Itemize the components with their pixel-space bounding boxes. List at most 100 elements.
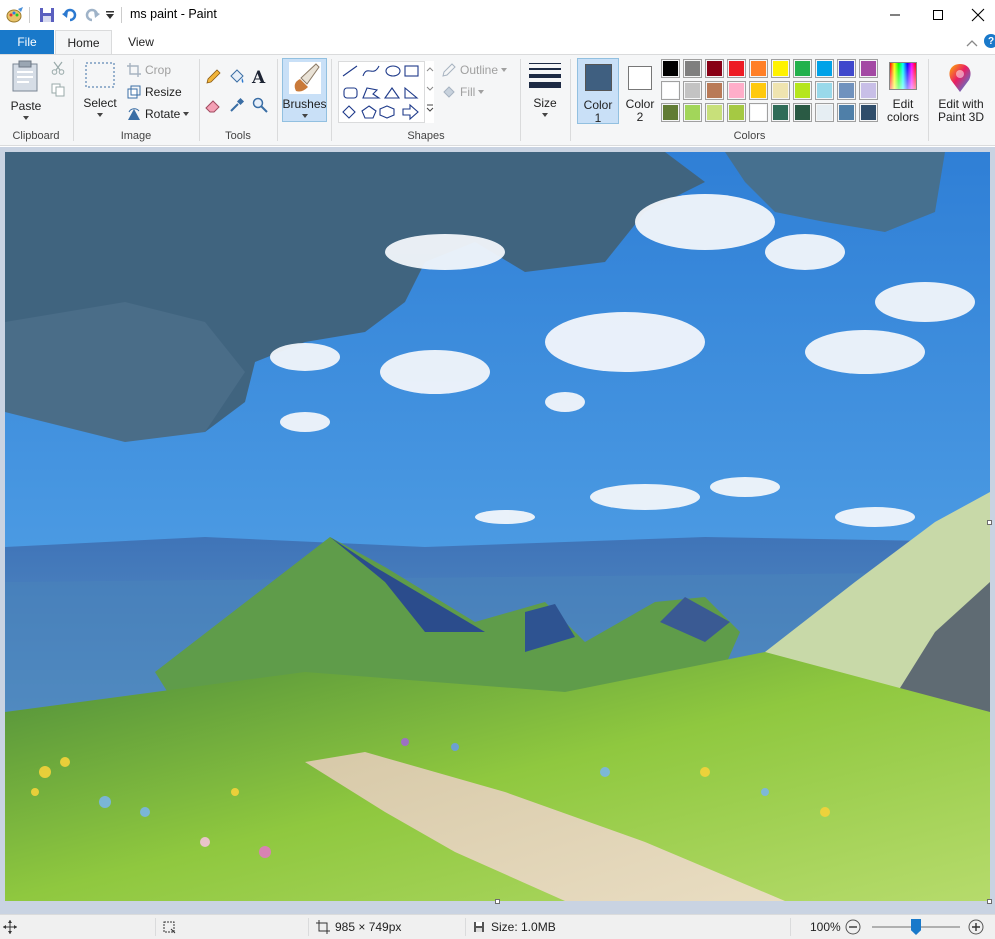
drawing-canvas[interactable] (5, 152, 990, 901)
help-icon[interactable]: ? (984, 34, 995, 48)
palette-swatch[interactable] (771, 81, 790, 100)
palette-swatch[interactable] (793, 103, 812, 122)
paint-bucket-icon (230, 69, 244, 83)
edit-colors-button[interactable]: Edit colors (883, 58, 923, 124)
pencil-tool[interactable] (205, 69, 221, 85)
text-tool[interactable]: A (252, 68, 265, 88)
palette-swatch[interactable] (749, 59, 768, 78)
zoom-in-button[interactable] (968, 915, 984, 939)
fill-button[interactable]: Fill (442, 85, 485, 99)
canvas-resize-handle-corner[interactable] (987, 899, 992, 904)
line-shape-icon[interactable] (342, 65, 358, 77)
palette-swatch[interactable] (859, 59, 878, 78)
palette-swatch[interactable] (705, 59, 724, 78)
palette-swatch[interactable] (705, 103, 724, 122)
diamond-shape-icon[interactable] (342, 105, 356, 119)
size-button[interactable]: Size (527, 61, 563, 123)
eraser-tool[interactable] (205, 97, 221, 113)
palette-swatch[interactable] (749, 103, 768, 122)
palette-swatch[interactable] (815, 59, 834, 78)
canvas-area[interactable] (0, 147, 995, 914)
palette-swatch-color (729, 83, 744, 98)
crop-button[interactable]: Crop (127, 63, 171, 77)
palette-swatch[interactable] (793, 59, 812, 78)
palette-swatch[interactable] (727, 59, 746, 78)
hexagon-shape-icon[interactable] (379, 105, 395, 119)
shapes-scrollbar[interactable] (424, 61, 434, 123)
tab-view[interactable]: View (116, 30, 166, 54)
palette-swatch[interactable] (683, 81, 702, 100)
outline-button[interactable]: Outline (442, 63, 508, 77)
color2-label: Color 2 (625, 97, 655, 124)
customize-quick-access-icon[interactable] (104, 6, 116, 24)
resize-button[interactable]: Resize (127, 85, 182, 99)
paint3d-group: Edit with Paint 3D (929, 55, 995, 145)
palette-swatch[interactable] (661, 81, 680, 100)
cut-button[interactable] (51, 61, 65, 75)
copy-button[interactable] (51, 83, 65, 97)
rounded-rectangle-shape-icon[interactable] (343, 87, 358, 99)
paste-label: Paste (10, 99, 42, 113)
palette-swatch[interactable] (727, 103, 746, 122)
color-picker-tool[interactable] (229, 97, 245, 113)
undo-icon[interactable] (60, 6, 80, 24)
canvas-resize-handle-right[interactable] (987, 520, 992, 525)
brushes-button[interactable]: Brushes (282, 58, 327, 122)
zoom-in-icon (968, 919, 984, 935)
pentagon-shape-icon[interactable] (361, 105, 377, 119)
palette-swatch[interactable] (815, 81, 834, 100)
palette-swatch[interactable] (771, 59, 790, 78)
palette-swatch[interactable] (859, 81, 878, 100)
palette-swatch[interactable] (859, 103, 878, 122)
select-button[interactable]: Select (82, 61, 118, 121)
arrow-shape-icon[interactable] (402, 103, 419, 121)
zoom-slider-thumb[interactable] (911, 919, 921, 935)
color1-button[interactable]: Color 1 (577, 58, 619, 125)
magnifier-tool[interactable] (252, 97, 268, 113)
palette-swatch[interactable] (749, 81, 768, 100)
palette-swatch[interactable] (837, 81, 856, 100)
tab-file[interactable]: File (0, 30, 54, 54)
color2-swatch (628, 66, 652, 90)
palette-swatch[interactable] (683, 103, 702, 122)
edit-with-paint3d-button[interactable]: Edit with Paint 3D (931, 58, 991, 128)
palette-swatch-color (729, 105, 744, 120)
paste-button[interactable]: Paste (7, 59, 45, 123)
palette-swatch[interactable] (705, 81, 724, 100)
zoom-out-button[interactable] (845, 915, 861, 939)
palette-swatch-color (751, 61, 766, 76)
minimize-ribbon-icon[interactable] (966, 36, 978, 50)
polygon-shape-icon[interactable] (362, 87, 381, 99)
text-icon: A (252, 68, 266, 88)
oval-shape-icon[interactable] (385, 65, 401, 77)
color2-button[interactable]: Color 2 (621, 58, 659, 124)
palette-swatch[interactable] (837, 103, 856, 122)
rectangle-shape-icon[interactable] (404, 65, 419, 77)
triangle-shape-icon[interactable] (383, 87, 401, 99)
pencil-icon (206, 69, 221, 84)
paint-app-icon[interactable] (5, 6, 25, 24)
redo-icon[interactable] (82, 6, 102, 24)
palette-swatch[interactable] (837, 59, 856, 78)
palette-swatch[interactable] (727, 81, 746, 100)
palette-swatch[interactable] (683, 59, 702, 78)
minimize-button[interactable] (872, 0, 918, 30)
zoom-slider[interactable] (872, 919, 960, 935)
close-button[interactable] (961, 0, 995, 30)
scissors-icon (51, 61, 65, 75)
palette-swatch[interactable] (793, 81, 812, 100)
palette-swatch[interactable] (661, 59, 680, 78)
canvas-resize-handle-bottom[interactable] (495, 899, 500, 904)
maximize-button[interactable] (915, 0, 961, 30)
palette-swatch-color (795, 83, 810, 98)
right-triangle-shape-icon[interactable] (404, 86, 419, 99)
palette-swatch[interactable] (815, 103, 834, 122)
palette-swatch[interactable] (661, 103, 680, 122)
tab-home[interactable]: Home (55, 30, 112, 55)
curve-shape-icon[interactable] (362, 65, 380, 77)
save-icon[interactable] (38, 6, 56, 24)
rotate-button[interactable]: Rotate (127, 107, 190, 121)
fill-tool[interactable] (228, 69, 246, 85)
paste-dropdown-icon (23, 116, 29, 120)
palette-swatch[interactable] (771, 103, 790, 122)
